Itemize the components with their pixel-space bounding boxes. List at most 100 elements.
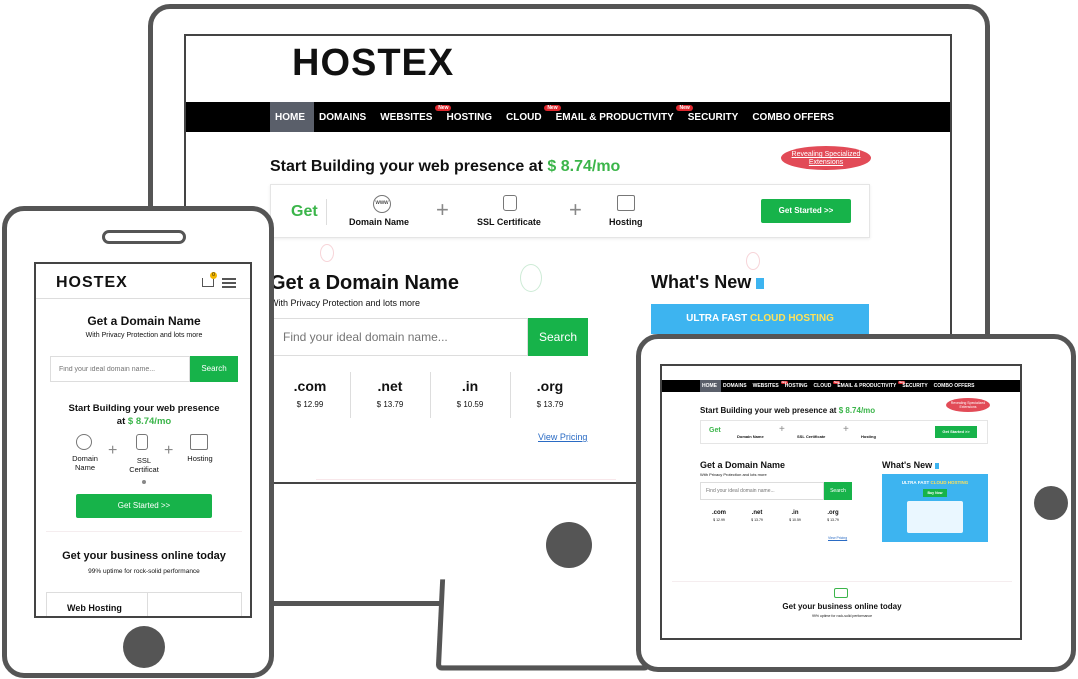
nav-item-label: WEBSITES — [380, 111, 433, 123]
nav-item-label: HOSTING — [446, 111, 493, 123]
domain-search-input[interactable] — [270, 318, 528, 356]
decorative-skyline — [316, 440, 616, 480]
nav-item-combo-offers[interactable]: COMBO OFFERS — [932, 380, 979, 392]
bookmark-icon — [934, 462, 939, 469]
mobile-item-domain: Domain Name — [72, 454, 98, 472]
nav-item-label: WEBSITES — [752, 383, 779, 389]
domain-subtitle: With Privacy Protection and lots more — [270, 298, 421, 308]
mobile-search-button[interactable]: Search — [190, 356, 238, 382]
plus-icon: + — [843, 424, 849, 435]
tld-org[interactable]: .org $ 13.79 — [510, 378, 590, 409]
nav-item-home[interactable]: HOME — [270, 102, 314, 132]
extensions-ribbon[interactable]: Revealing Specialized Extensions — [781, 146, 871, 170]
plus-icon: + — [108, 442, 118, 459]
monitor-power-button[interactable] — [546, 522, 592, 568]
hamburger-menu-icon[interactable] — [222, 278, 236, 288]
tablet-extensions-ribbon[interactable]: Revealing Specialized Extensions — [946, 398, 990, 412]
tablet-bundle-box: Get Domain Name + SSL Certificate + Host… — [700, 420, 988, 444]
nav-item-hosting[interactable]: HOSTING — [783, 380, 812, 392]
plus-icon: + — [436, 197, 449, 222]
tablet-domain-title: Get a Domain Name — [700, 460, 786, 470]
tablet-domain-subtitle: With Privacy Protection and lots more — [700, 472, 767, 477]
decorative-balloon-icon — [746, 252, 760, 270]
tablet-business-subtitle: 99% uptime for rock-solid performance — [811, 614, 873, 618]
bookmark-icon — [756, 277, 765, 289]
tablet-view-pricing-link[interactable]: View Pricing — [828, 536, 847, 540]
mobile-domain-subtitle: With Privacy Protection and lots more — [85, 332, 203, 339]
cart-icon[interactable] — [202, 278, 214, 287]
nav-item-label: CLOUD — [506, 111, 542, 123]
lock-icon — [136, 434, 148, 450]
server-icon — [190, 434, 208, 450]
nav-item-cloud[interactable]: CLOUD New — [501, 102, 561, 132]
nav-item-domains[interactable]: DOMAINS — [314, 102, 375, 132]
www-icon: www — [373, 195, 391, 213]
nav-item-websites[interactable]: WEBSITES New — [751, 380, 788, 392]
mobile-business-title: Get your business online today — [62, 550, 226, 562]
nav-item-label: DOMAINS — [723, 383, 747, 389]
tablet-search-input[interactable] — [700, 482, 824, 500]
decorative-skyline — [46, 486, 242, 532]
tablet-home-button[interactable] — [1034, 486, 1068, 520]
logo: HOSTEX — [292, 42, 455, 84]
tld-in[interactable]: .in $ 10.59 — [430, 378, 510, 409]
get-label: Get — [709, 427, 721, 434]
buy-now-button[interactable]: Buy Now — [923, 489, 947, 497]
nav-item-label: SECURITY — [687, 111, 739, 123]
tablet-item-ssl: SSL Certificate — [797, 434, 826, 439]
tablet-promo-heading: Start Building your web presence at $ 8.… — [700, 406, 876, 415]
phone-home-button[interactable] — [123, 626, 165, 668]
tablet-search-button[interactable]: Search — [824, 482, 852, 500]
tld-net[interactable]: .net $ 13.79 — [350, 378, 430, 409]
label-divider — [326, 199, 327, 225]
get-bundle-box: Get www Domain Name + SSL Certificate + … — [270, 184, 870, 238]
nav-item-security[interactable]: SECURITY — [683, 102, 748, 132]
nav-item-hosting[interactable]: HOSTING — [441, 102, 501, 132]
nav-item-label: CLOUD — [813, 383, 832, 389]
mobile-item-ssl: SSL Certificat — [129, 456, 159, 474]
tld-org[interactable]: .org $ 13.79 — [814, 510, 852, 522]
domain-search-button[interactable]: Search — [528, 318, 588, 356]
tablet-get-started-button[interactable]: Get Started >> — [935, 426, 977, 438]
nav-item-label: HOSTING — [784, 383, 808, 389]
server-icon — [617, 195, 635, 211]
bundle-item-ssl: SSL Certificate — [477, 217, 541, 227]
nav-item-label: HOME — [702, 383, 717, 389]
mobile-business-subtitle: 99% uptime for rock-solid performance — [88, 568, 200, 575]
speedometer-illustration — [907, 501, 963, 533]
plus-icon: + — [164, 442, 174, 459]
nav-item-label: HOME — [275, 111, 305, 123]
main-nav: HOME DOMAINS WEBSITES New HOSTING CLOUD New EMA… — [186, 102, 950, 132]
plan-card[interactable]: Web Hosting — [46, 592, 242, 616]
nav-item-label: DOMAINS — [319, 111, 367, 123]
nav-item-label: COMBO OFFERS — [933, 383, 975, 389]
nav-item-combo-offers[interactable]: COMBO OFFERS — [747, 102, 843, 132]
tld-net[interactable]: .net $ 13.79 — [738, 510, 776, 522]
nav-item-cloud[interactable]: CLOUD New — [812, 380, 841, 392]
tablet-whats-new-title: What's New — [882, 460, 939, 470]
cart-count-badge: 0 — [210, 272, 217, 279]
cloud-hosting-banner[interactable]: ULTRA FAST CLOUD HOSTING — [651, 304, 869, 334]
tld-in[interactable]: .in $ 10.59 — [776, 510, 814, 522]
tablet-cloud-banner[interactable]: ULTRA FAST CLOUD HOSTING Buy Now — [882, 474, 988, 542]
tld-com[interactable]: .com $ 12.99 — [270, 378, 350, 409]
header-divider — [36, 298, 250, 299]
carousel-dot[interactable] — [142, 480, 146, 484]
server-icon — [834, 588, 848, 598]
get-label: Get — [291, 203, 318, 220]
nav-item-label: SECURITY — [902, 383, 928, 389]
get-started-button[interactable]: Get Started >> — [761, 199, 851, 223]
nav-item-email-productivity[interactable]: EMAIL & PRODUCTIVITY New — [551, 102, 693, 132]
nav-item-home[interactable]: HOME — [700, 380, 721, 392]
nav-item-security[interactable]: SECURITY — [900, 380, 931, 392]
plus-icon: + — [779, 424, 785, 435]
nav-item-websites[interactable]: WEBSITES New — [375, 102, 452, 132]
promo-heading: Start Building your web presence at $ 8.… — [270, 158, 621, 175]
nav-item-email-productivity[interactable]: EMAIL & PRODUCTIVITY New — [835, 380, 906, 392]
tld-com[interactable]: .com $ 12.99 — [700, 510, 738, 522]
nav-item-domains[interactable]: DOMAINS — [721, 380, 751, 392]
mobile-search-input[interactable] — [50, 356, 190, 382]
tablet-business-title: Get your business online today — [782, 602, 902, 611]
nav-item-label: COMBO OFFERS — [752, 111, 834, 123]
tablet-screen: HOME DOMAINS WEBSITES New HOSTING CLOUD New EMA… — [660, 364, 1022, 640]
